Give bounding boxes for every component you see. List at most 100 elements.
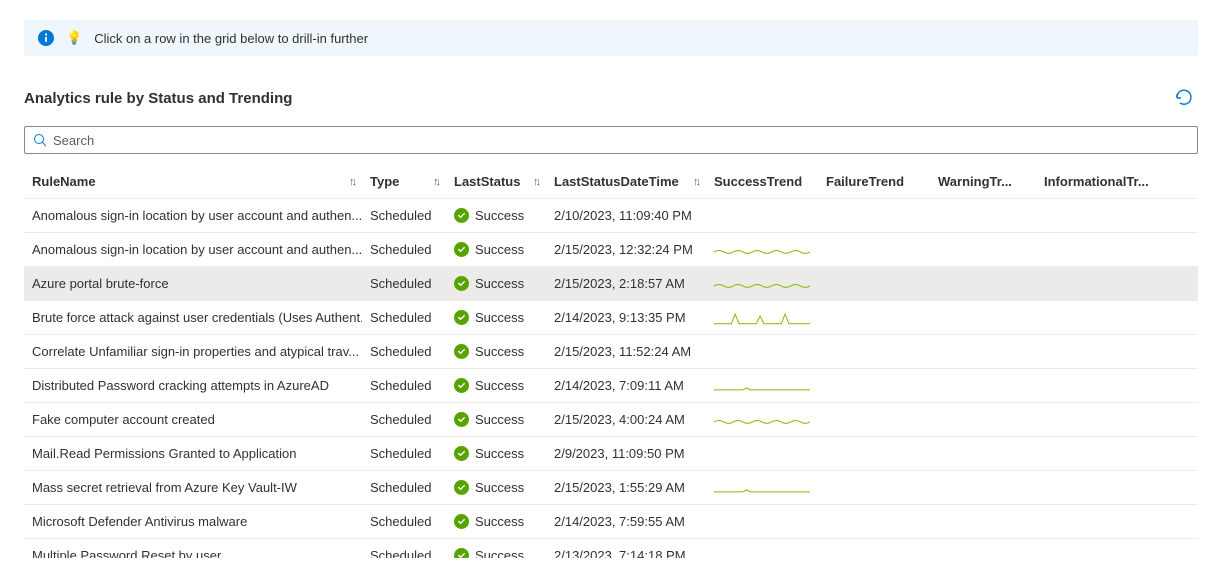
cell-rulename: Azure portal brute-force <box>24 276 362 291</box>
status-text: Success <box>475 276 524 291</box>
success-icon <box>454 412 469 427</box>
cell-rulename: Distributed Password cracking attempts i… <box>24 378 362 393</box>
status-text: Success <box>475 344 524 359</box>
sparkline <box>714 240 810 260</box>
undo-icon <box>1174 88 1194 108</box>
cell-rulename: Mail.Read Permissions Granted to Applica… <box>24 446 362 461</box>
col-header-warningtrend[interactable]: WarningTr... <box>930 174 1036 189</box>
cell-type: Scheduled <box>362 514 446 529</box>
cell-rulename: Anomalous sign-in location by user accou… <box>24 242 362 257</box>
success-icon <box>454 344 469 359</box>
status-text: Success <box>475 310 524 325</box>
status-text: Success <box>475 514 524 529</box>
status-text: Success <box>475 412 524 427</box>
undo-button[interactable] <box>1170 84 1198 112</box>
cell-laststatus: Success <box>446 242 546 257</box>
cell-datetime: 2/15/2023, 2:18:57 AM <box>546 276 706 291</box>
sparkline <box>714 478 810 498</box>
cell-laststatus: Success <box>446 548 546 558</box>
success-icon <box>454 446 469 461</box>
cell-datetime: 2/15/2023, 1:55:29 AM <box>546 480 706 495</box>
cell-type: Scheduled <box>362 344 446 359</box>
success-icon <box>454 378 469 393</box>
sort-icon: ↑↓ <box>433 176 438 188</box>
col-header-rulename[interactable]: RuleName ↑↓ <box>24 174 362 189</box>
status-text: Success <box>475 480 524 495</box>
success-icon <box>454 480 469 495</box>
success-icon <box>454 276 469 291</box>
table-row[interactable]: Microsoft Defender Antivirus malwareSche… <box>24 504 1198 538</box>
cell-type: Scheduled <box>362 310 446 325</box>
success-icon <box>454 514 469 529</box>
cell-datetime: 2/15/2023, 4:00:24 AM <box>546 412 706 427</box>
cell-datetime: 2/10/2023, 11:09:40 PM <box>546 208 706 223</box>
cell-datetime: 2/14/2023, 7:09:11 AM <box>546 378 706 393</box>
col-header-successtrend[interactable]: SuccessTrend <box>706 174 818 189</box>
cell-type: Scheduled <box>362 242 446 257</box>
success-icon <box>454 548 469 558</box>
table-row[interactable]: Correlate Unfamiliar sign-in properties … <box>24 334 1198 368</box>
cell-successtrend <box>706 376 818 396</box>
analytics-grid: RuleName ↑↓ Type ↑↓ LastStatus ↑↓ LastSt… <box>24 166 1198 558</box>
cell-type: Scheduled <box>362 446 446 461</box>
cell-rulename: Microsoft Defender Antivirus malware <box>24 514 362 529</box>
status-text: Success <box>475 446 524 461</box>
success-icon <box>454 310 469 325</box>
cell-type: Scheduled <box>362 378 446 393</box>
cell-datetime: 2/15/2023, 11:52:24 AM <box>546 344 706 359</box>
table-row[interactable]: Mail.Read Permissions Granted to Applica… <box>24 436 1198 470</box>
col-header-failuretrend[interactable]: FailureTrend <box>818 174 930 189</box>
sort-icon: ↑↓ <box>533 176 538 188</box>
cell-type: Scheduled <box>362 412 446 427</box>
cell-datetime: 2/14/2023, 7:59:55 AM <box>546 514 706 529</box>
cell-successtrend <box>706 274 818 294</box>
info-icon <box>38 30 54 46</box>
banner-text: Click on a row in the grid below to dril… <box>94 31 368 46</box>
lightbulb-icon: 💡 <box>66 30 82 46</box>
cell-laststatus: Success <box>446 208 546 223</box>
cell-laststatus: Success <box>446 276 546 291</box>
sparkline <box>714 274 810 294</box>
cell-laststatus: Success <box>446 344 546 359</box>
col-header-infotrend[interactable]: InformationalTr... <box>1036 174 1156 189</box>
status-text: Success <box>475 378 524 393</box>
cell-successtrend <box>706 308 818 328</box>
table-row[interactable]: Fake computer account createdScheduled Su… <box>24 402 1198 436</box>
cell-laststatus: Success <box>446 514 546 529</box>
cell-type: Scheduled <box>362 480 446 495</box>
search-input[interactable] <box>53 133 1189 148</box>
table-row[interactable]: Azure portal brute-forceScheduled Success… <box>24 266 1198 300</box>
table-row[interactable]: Distributed Password cracking attempts i… <box>24 368 1198 402</box>
table-row[interactable]: Brute force attack against user credenti… <box>24 300 1198 334</box>
grid-header-row: RuleName ↑↓ Type ↑↓ LastStatus ↑↓ LastSt… <box>24 166 1198 198</box>
table-row[interactable]: Multiple Password Reset by userScheduled… <box>24 538 1198 558</box>
cell-type: Scheduled <box>362 548 446 558</box>
grid-body[interactable]: Anomalous sign-in location by user accou… <box>24 198 1198 558</box>
cell-rulename: Fake computer account created <box>24 412 362 427</box>
cell-type: Scheduled <box>362 208 446 223</box>
cell-rulename: Mass secret retrieval from Azure Key Vau… <box>24 480 362 495</box>
success-icon <box>454 208 469 223</box>
success-icon <box>454 242 469 257</box>
cell-laststatus: Success <box>446 310 546 325</box>
page-title: Analytics rule by Status and Trending <box>24 90 292 107</box>
cell-rulename: Anomalous sign-in location by user accou… <box>24 208 362 223</box>
table-row[interactable]: Anomalous sign-in location by user accou… <box>24 232 1198 266</box>
cell-laststatus: Success <box>446 378 546 393</box>
cell-rulename: Multiple Password Reset by user <box>24 548 362 558</box>
sparkline <box>714 376 810 396</box>
col-header-type[interactable]: Type ↑↓ <box>362 174 446 189</box>
search-box[interactable] <box>24 126 1198 154</box>
table-row[interactable]: Mass secret retrieval from Azure Key Vau… <box>24 470 1198 504</box>
cell-datetime: 2/9/2023, 11:09:50 PM <box>546 446 706 461</box>
col-header-lastdatetime[interactable]: LastStatusDateTime ↑↓ <box>546 174 706 189</box>
col-header-laststatus[interactable]: LastStatus ↑↓ <box>446 174 546 189</box>
cell-rulename: Brute force attack against user credenti… <box>24 310 362 325</box>
table-row[interactable]: Anomalous sign-in location by user accou… <box>24 198 1198 232</box>
sort-icon: ↑↓ <box>349 176 354 188</box>
cell-rulename: Correlate Unfamiliar sign-in properties … <box>24 344 362 359</box>
cell-successtrend <box>706 478 818 498</box>
sort-icon: ↑↓ <box>693 176 698 188</box>
cell-type: Scheduled <box>362 276 446 291</box>
status-text: Success <box>475 548 524 558</box>
